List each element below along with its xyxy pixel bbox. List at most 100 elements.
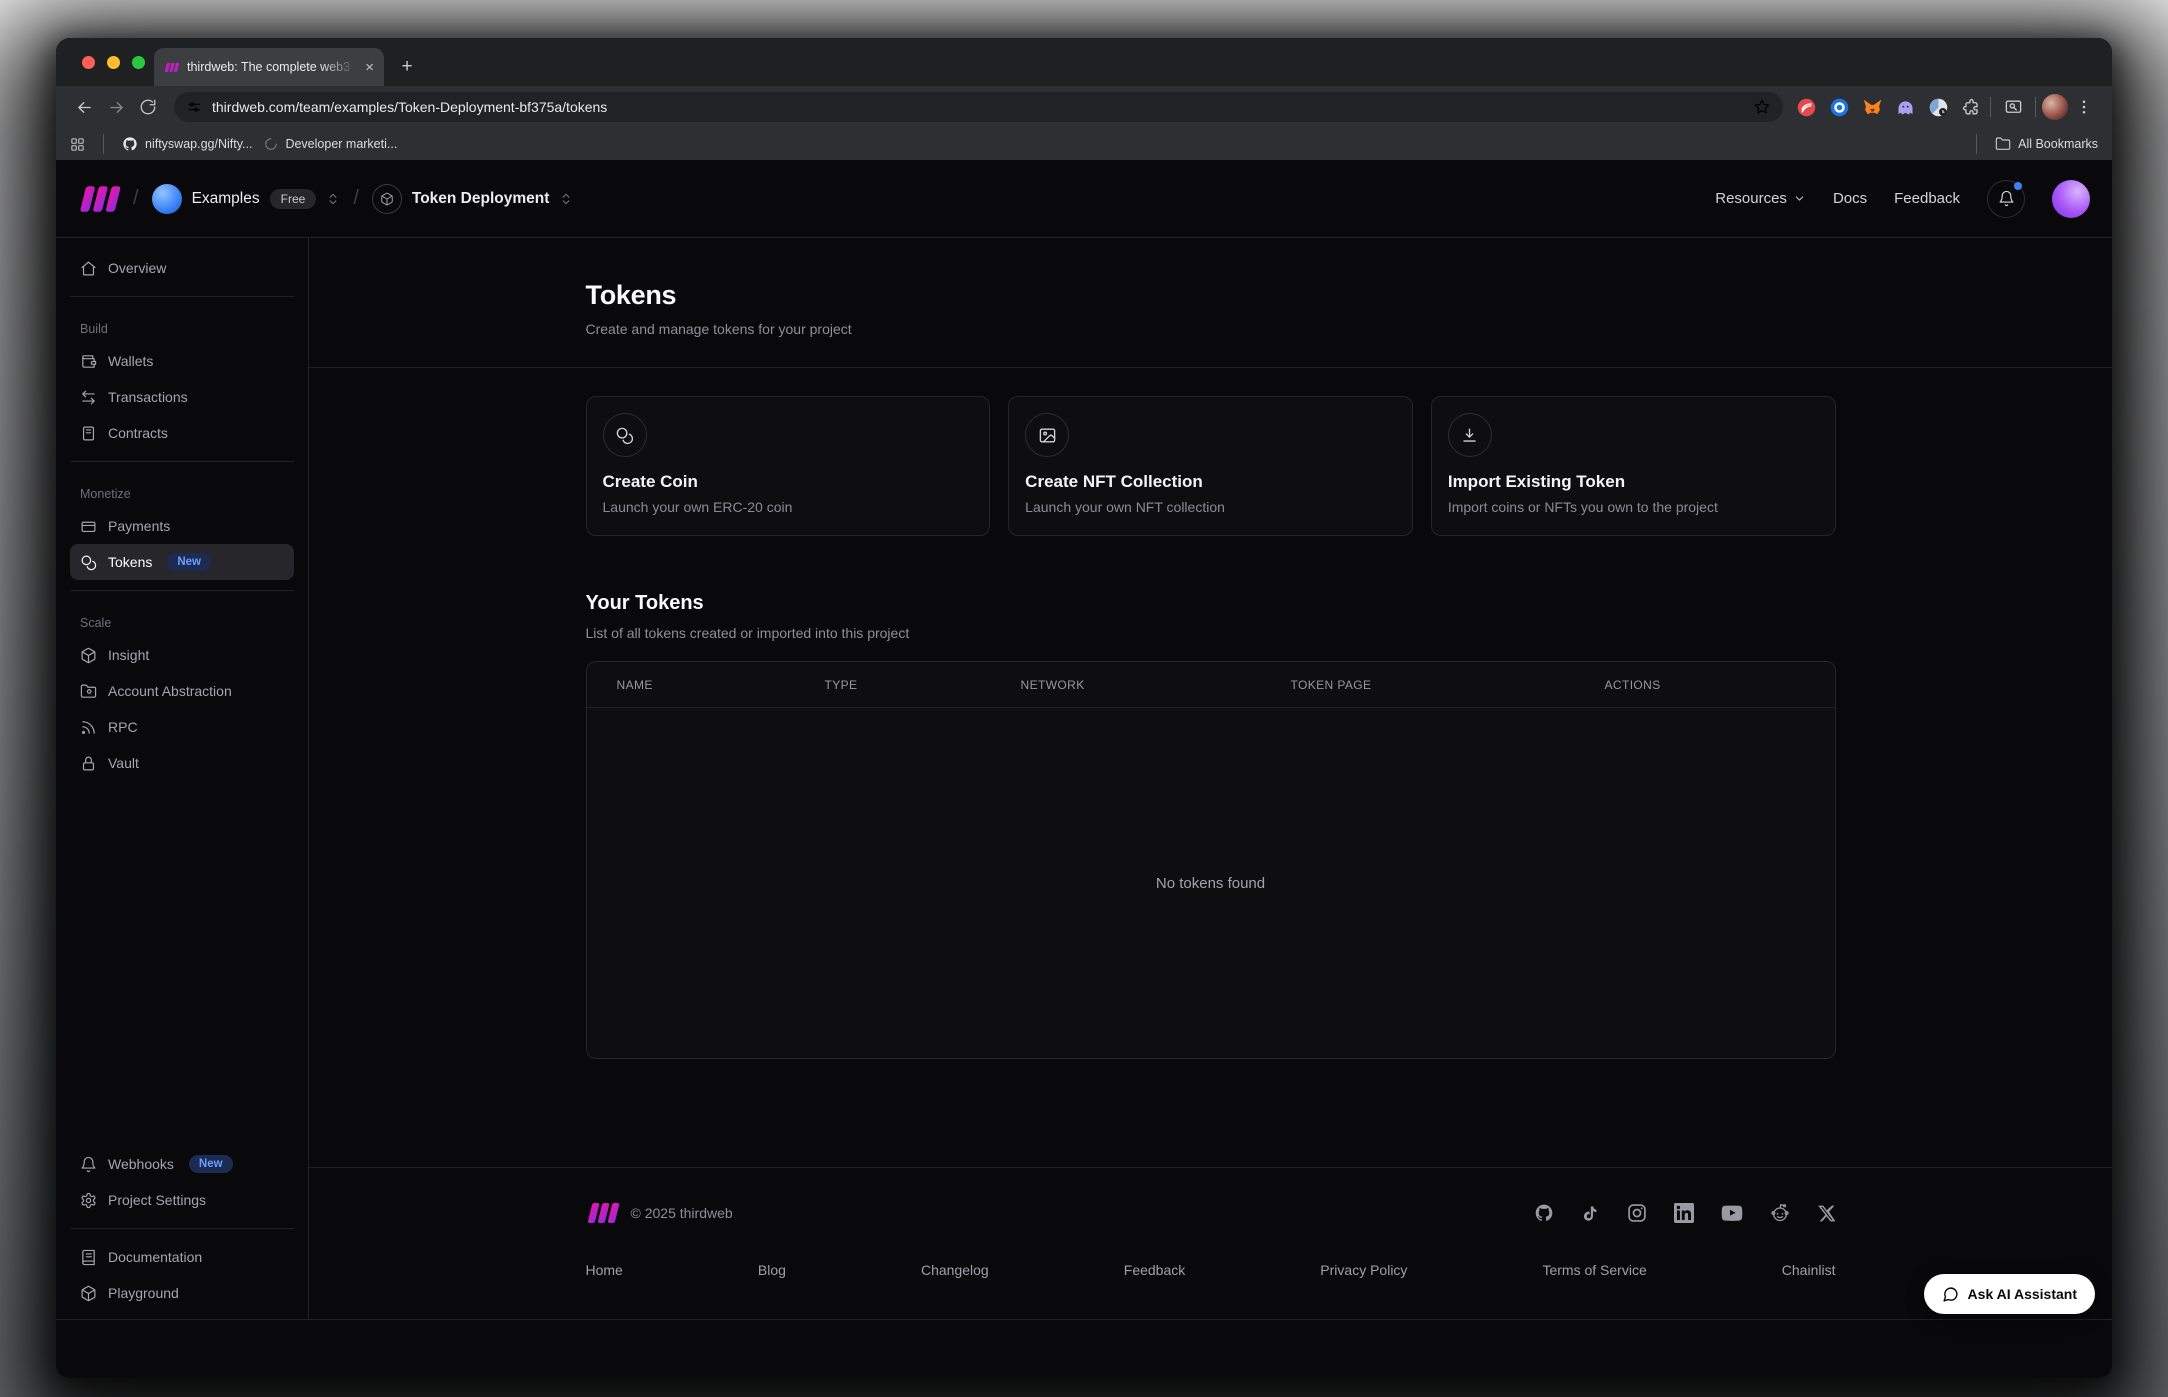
footer-link-changelog[interactable]: Changelog	[921, 1262, 989, 1278]
record-extension-icon[interactable]	[1826, 94, 1852, 120]
create-nft-collection-card[interactable]: Create NFT Collection Launch your own NF…	[1008, 396, 1413, 536]
tiktok-icon[interactable]	[1581, 1204, 1600, 1223]
import-existing-token-card[interactable]: Import Existing Token Import coins or NF…	[1431, 396, 1836, 536]
account-avatar[interactable]	[2052, 180, 2090, 218]
reddit-icon[interactable]	[1770, 1203, 1790, 1223]
ask-ai-assistant-button[interactable]: Ask AI Assistant	[1924, 1274, 2095, 1314]
column-header-name: NAME	[617, 678, 825, 692]
zoom-window-button[interactable]	[132, 56, 145, 69]
chevrons-up-down-icon[interactable]	[326, 192, 340, 206]
bookmark-developer-marketing[interactable]: Developer marketi...	[264, 137, 397, 151]
chevrons-up-down-icon[interactable]	[559, 192, 573, 206]
thirdweb-logo[interactable]	[78, 186, 120, 212]
bookmark-star-icon[interactable]	[1753, 98, 1771, 116]
page-title: Tokens	[586, 280, 1836, 311]
browser-profile-avatar[interactable]	[2042, 94, 2068, 120]
apps-grid-icon[interactable]	[70, 137, 85, 152]
sidebar-item-account-abstraction[interactable]: Account Abstraction	[70, 673, 294, 709]
url-text[interactable]: thirdweb.com/team/examples/Token-Deploym…	[212, 99, 607, 115]
extensions-puzzle-icon[interactable]	[1958, 94, 1984, 120]
project-name: Token Deployment	[412, 190, 550, 208]
footer-link-home[interactable]: Home	[586, 1262, 623, 1278]
footer-link-feedback[interactable]: Feedback	[1124, 1262, 1185, 1278]
site-settings-icon[interactable]	[186, 99, 202, 115]
empty-state-message: No tokens found	[587, 708, 1835, 1058]
box-icon	[80, 1285, 97, 1302]
tab-strip: thirdweb: The complete web3 × +	[56, 38, 2112, 86]
sidebar-item-documentation[interactable]: Documentation	[70, 1239, 294, 1275]
address-bar[interactable]: thirdweb.com/team/examples/Token-Deploym…	[174, 92, 1783, 122]
sidebar-section-monetize: Monetize	[80, 487, 294, 501]
browser-tab[interactable]: thirdweb: The complete web3 ×	[154, 48, 384, 86]
browser-window: thirdweb: The complete web3 × + thirdweb…	[56, 38, 2112, 1378]
new-badge: New	[167, 553, 211, 571]
close-window-button[interactable]	[82, 56, 95, 69]
create-coin-card[interactable]: Create Coin Launch your own ERC-20 coin	[586, 396, 991, 536]
sidebar-item-insight[interactable]: Insight	[70, 637, 294, 673]
back-icon[interactable]	[68, 91, 100, 123]
github-icon[interactable]	[1534, 1203, 1554, 1223]
download-icon	[1448, 413, 1492, 457]
sidebar-item-rpc[interactable]: RPC	[70, 709, 294, 745]
page-subtitle: Create and manage tokens for your projec…	[586, 321, 1836, 337]
phantom-ghost-icon[interactable]	[1892, 94, 1918, 120]
bookmark-niftyswap[interactable]: niftyswap.gg/Nifty...	[122, 136, 252, 152]
minimize-window-button[interactable]	[107, 56, 120, 69]
youtube-icon[interactable]	[1721, 1202, 1743, 1224]
bell-icon	[80, 1156, 97, 1173]
footer-link-chainlist[interactable]: Chainlist	[1782, 1262, 1836, 1278]
main-content: Tokens Create and manage tokens for your…	[309, 238, 2112, 1319]
footer-link-privacy-policy[interactable]: Privacy Policy	[1320, 1262, 1407, 1278]
sidebar-item-transactions[interactable]: Transactions	[70, 379, 294, 415]
column-header-actions: ACTIONS	[1605, 678, 1835, 692]
folder-icon	[80, 683, 97, 700]
generic-favicon-icon	[264, 137, 278, 151]
your-tokens-title: Your Tokens	[586, 592, 1836, 615]
sentry-extension-icon[interactable]	[1793, 94, 1819, 120]
new-badge: New	[189, 1155, 233, 1173]
bookmarks-bar: niftyswap.gg/Nifty... Developer marketi.…	[56, 128, 2112, 160]
linkedin-icon[interactable]	[1674, 1203, 1694, 1223]
metamask-fox-icon[interactable]	[1859, 94, 1885, 120]
reading-mode-icon[interactable]	[1997, 91, 2029, 123]
feedback-link[interactable]: Feedback	[1894, 190, 1960, 207]
tokens-table: NAME TYPE NETWORK TOKEN PAGE ACTIONS No …	[586, 661, 1836, 1059]
sidebar-item-vault[interactable]: Vault	[70, 745, 294, 781]
footer-link-blog[interactable]: Blog	[758, 1262, 786, 1278]
sidebar-item-playground[interactable]: Playground	[70, 1275, 294, 1311]
team-name: Examples	[192, 190, 260, 208]
team-selector[interactable]: Examples Free	[152, 184, 341, 214]
credit-card-icon	[80, 518, 97, 535]
forward-icon[interactable]	[100, 91, 132, 123]
browser-menu-icon[interactable]	[2068, 91, 2100, 123]
sidebar-item-project-settings[interactable]: Project Settings	[70, 1182, 294, 1218]
wallet-icon	[80, 353, 97, 370]
extensions-row	[1793, 94, 1984, 120]
footer-links: Home Blog Changelog Feedback Privacy Pol…	[586, 1262, 1836, 1308]
project-selector[interactable]: Token Deployment	[372, 184, 574, 214]
image-icon	[1025, 413, 1069, 457]
timer-extension-icon[interactable]	[1925, 94, 1951, 120]
resources-menu[interactable]: Resources	[1715, 190, 1806, 207]
footer-link-terms-of-service[interactable]: Terms of Service	[1542, 1262, 1646, 1278]
new-tab-button[interactable]: +	[392, 52, 422, 82]
docs-link[interactable]: Docs	[1833, 190, 1867, 207]
all-bookmarks-button[interactable]: All Bookmarks	[1995, 136, 2098, 152]
your-tokens-subtitle: List of all tokens created or imported i…	[586, 625, 1836, 641]
sidebar-item-contracts[interactable]: Contracts	[70, 415, 294, 451]
close-tab-icon[interactable]: ×	[365, 60, 374, 75]
sidebar-item-tokens[interactable]: Tokens New	[70, 544, 294, 580]
app-header: / Examples Free / Token Deployment	[56, 160, 2112, 238]
sidebar-item-payments[interactable]: Payments	[70, 508, 294, 544]
notifications-button[interactable]	[1987, 180, 2025, 218]
social-links	[1534, 1202, 1836, 1224]
sidebar-item-wallets[interactable]: Wallets	[70, 343, 294, 379]
instagram-icon[interactable]	[1627, 1203, 1647, 1223]
notebook-icon	[80, 425, 97, 442]
reload-icon[interactable]	[132, 91, 164, 123]
x-icon[interactable]	[1817, 1204, 1836, 1223]
sidebar-item-webhooks[interactable]: Webhooks New	[70, 1146, 294, 1182]
table-header-row: NAME TYPE NETWORK TOKEN PAGE ACTIONS	[587, 662, 1835, 708]
column-header-token-page: TOKEN PAGE	[1291, 678, 1605, 692]
sidebar-item-overview[interactable]: Overview	[70, 250, 294, 286]
